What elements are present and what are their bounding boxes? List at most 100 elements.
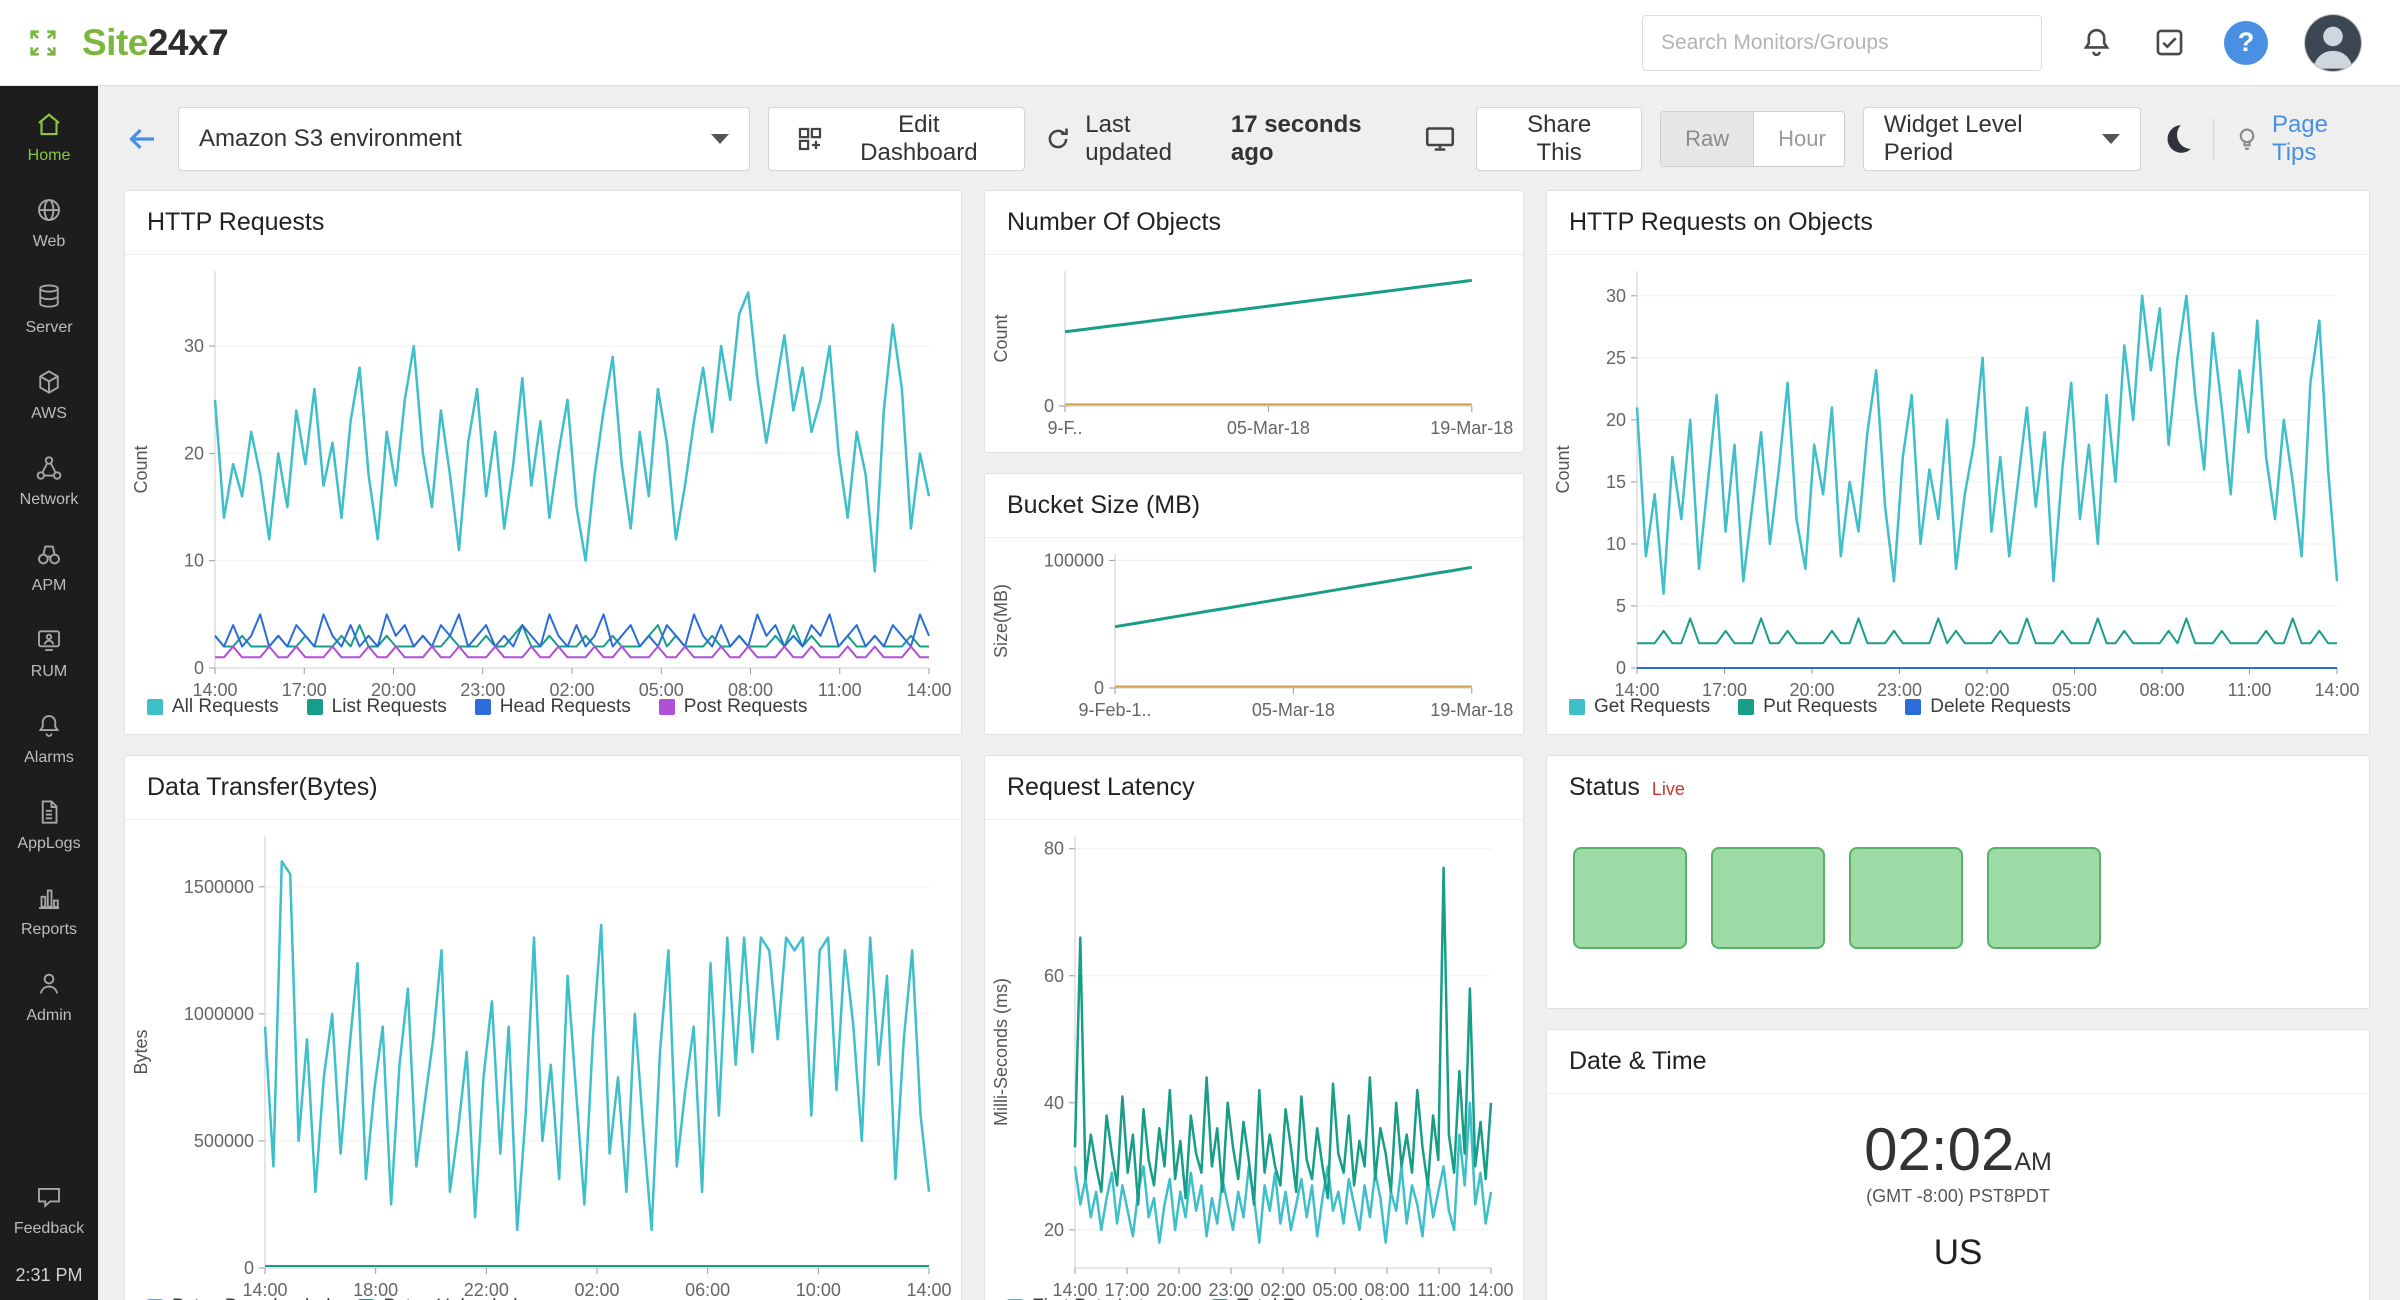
search-input[interactable] xyxy=(1642,15,2042,71)
chart-number-of-objects[interactable]: 09-F..05-Mar-1819-Mar-18Count xyxy=(985,255,1523,452)
home-icon xyxy=(34,109,64,139)
web-icon xyxy=(34,195,64,225)
svg-text:1000000: 1000000 xyxy=(184,1004,254,1024)
sidebar-item-network[interactable]: Network xyxy=(0,438,98,524)
topbar-right: ? xyxy=(1642,14,2362,72)
svg-text:25: 25 xyxy=(1606,348,1626,368)
svg-text:30: 30 xyxy=(1606,286,1626,306)
sidebar-item-rum[interactable]: RUM xyxy=(0,610,98,696)
status-tile[interactable] xyxy=(1711,847,1825,949)
sidebar-item-feedback[interactable]: Feedback xyxy=(0,1167,98,1253)
widget-period-value: Widget Level Period xyxy=(1884,111,2080,167)
date-time-body: 02:02AM (GMT -8:00) PST8PDT US 23 Mar 20… xyxy=(1547,1094,2369,1300)
svg-text:20: 20 xyxy=(1044,1220,1064,1240)
clock-meridiem: AM xyxy=(2014,1148,2052,1176)
notifications-bell-icon[interactable] xyxy=(2078,24,2115,61)
share-this-button[interactable]: Share This xyxy=(1476,107,1642,171)
expand-icon[interactable] xyxy=(26,26,60,60)
status-tile[interactable] xyxy=(1849,847,1963,949)
svg-text:Count: Count xyxy=(131,445,151,493)
chart-http-requests-on-objects[interactable]: 05101520253014:0017:0020:0023:0002:0005:… xyxy=(1547,255,2369,692)
legend-item[interactable]: Get Requests xyxy=(1569,696,1710,718)
svg-text:05-Mar-18: 05-Mar-18 xyxy=(1252,700,1335,720)
legend-item[interactable]: Post Requests xyxy=(659,696,808,718)
chart-legend: First Byte Latency Total Request Latency xyxy=(985,1292,1523,1300)
dark-mode-moon-icon[interactable] xyxy=(2159,121,2195,157)
svg-text:20: 20 xyxy=(184,443,204,463)
chart-legend: All Requests List Requests Head Requests Po… xyxy=(125,692,961,734)
sidebar-item-alarms[interactable]: Alarms xyxy=(0,696,98,782)
legend-item[interactable]: All Requests xyxy=(147,696,279,718)
legend-item[interactable]: Head Requests xyxy=(475,696,631,718)
clock-time: 02:02 xyxy=(1864,1116,2014,1183)
legend-item[interactable]: List Requests xyxy=(307,696,447,718)
toolbar-divider xyxy=(2213,118,2214,160)
sidebar-item-label: AWS xyxy=(31,405,67,423)
legend-item[interactable]: Delete Requests xyxy=(1905,696,2070,718)
status-tiles xyxy=(1547,819,2369,977)
sidebar-item-label: Reports xyxy=(21,921,77,939)
sidebar-item-label: AppLogs xyxy=(17,835,80,853)
sidebar-item-applogs[interactable]: AppLogs xyxy=(0,782,98,868)
widget-period-select[interactable]: Widget Level Period xyxy=(1863,107,2141,171)
refresh-icon[interactable] xyxy=(1043,124,1073,154)
sidebar-item-label: Network xyxy=(20,491,79,509)
chart-request-latency[interactable]: 2040608014:0017:0020:0023:0002:0005:0008… xyxy=(985,820,1523,1292)
sidebar-item-reports[interactable]: Reports xyxy=(0,868,98,954)
svg-text:80: 80 xyxy=(1044,839,1064,859)
svg-text:Count: Count xyxy=(991,314,1011,362)
svg-text:0: 0 xyxy=(194,658,204,678)
user-avatar[interactable] xyxy=(2304,14,2362,72)
tasks-icon[interactable] xyxy=(2151,24,2188,61)
chart-http-requests[interactable]: 010203014:0017:0020:0023:0002:0005:0008:… xyxy=(125,255,961,692)
hour-toggle[interactable]: Hour xyxy=(1754,112,1845,166)
sidebar-item-server[interactable]: Server xyxy=(0,266,98,352)
svg-text:0: 0 xyxy=(1044,396,1054,416)
logo-text-dark: 24x7 xyxy=(148,22,228,63)
applogs-icon xyxy=(34,797,64,827)
sidebar-item-admin[interactable]: Admin xyxy=(0,954,98,1040)
chart-bucket-size[interactable]: 01000009-Feb-1..05-Mar-1819-Mar-18Size(M… xyxy=(985,538,1523,734)
network-icon xyxy=(34,453,64,483)
card-http-requests: HTTP Requests 010203014:0017:0020:0023:0… xyxy=(124,190,962,735)
card-data-transfer: Data Transfer(Bytes) 0500000100000015000… xyxy=(124,755,962,1300)
card-number-of-objects: Number Of Objects 09-F..05-Mar-1819-Mar-… xyxy=(984,190,1524,453)
sidebar-item-web[interactable]: Web xyxy=(0,180,98,266)
sidebar-clock: 2:31 PM xyxy=(0,1253,98,1286)
back-button[interactable] xyxy=(124,121,160,157)
site24x7-logo[interactable]: Site24x7 xyxy=(82,22,228,64)
server-icon xyxy=(34,281,64,311)
legend-item[interactable]: Put Requests xyxy=(1738,696,1877,718)
legend-item[interactable]: Total Request Latency xyxy=(1212,1296,1425,1300)
status-tile[interactable] xyxy=(1573,847,1687,949)
status-tile[interactable] xyxy=(1987,847,2101,949)
svg-text:0: 0 xyxy=(244,1258,254,1278)
feedback-icon xyxy=(34,1182,64,1212)
admin-icon xyxy=(34,969,64,999)
legend-item[interactable]: Bytes Uploaded xyxy=(358,1296,517,1300)
sidebar-item-apm[interactable]: APM xyxy=(0,524,98,610)
sidebar-item-label: Server xyxy=(25,319,72,337)
sidebar-item-aws[interactable]: AWS xyxy=(0,352,98,438)
sidebar-bottom: Feedback 2:31 PM xyxy=(0,1167,98,1286)
cast-screen-icon[interactable] xyxy=(1422,121,1458,157)
legend-item[interactable]: First Byte Latency xyxy=(1007,1296,1184,1300)
dashboard-select[interactable]: Amazon S3 environment xyxy=(178,107,750,171)
sidebar-item-home[interactable]: Home xyxy=(0,94,98,180)
edit-dashboard-button[interactable]: Edit Dashboard xyxy=(768,107,1025,171)
reports-icon xyxy=(34,883,64,913)
legend-item[interactable]: Bytes Downloaded xyxy=(147,1296,330,1300)
page-tips-button[interactable]: Page Tips xyxy=(2232,111,2374,167)
dashboard-toolbar: Amazon S3 environment Edit Dashboard Las… xyxy=(124,104,2374,174)
raw-toggle[interactable]: Raw xyxy=(1661,112,1754,166)
clock: 02:02AM xyxy=(1864,1120,2052,1180)
card-date-time: Date & Time 02:02AM (GMT -8:00) PST8PDT … xyxy=(1546,1029,2370,1300)
card-bucket-size: Bucket Size (MB) 01000009-Feb-1..05-Mar-… xyxy=(984,473,1524,735)
card-title: Status Live xyxy=(1547,756,2369,819)
topbar-left: Site24x7 xyxy=(26,22,228,64)
chart-data-transfer[interactable]: 05000001000000150000014:0018:0022:0002:0… xyxy=(125,820,961,1292)
sidebar-item-label: Admin xyxy=(26,1007,71,1025)
card-http-requests-on-objects: HTTP Requests on Objects 05101520253014:… xyxy=(1546,190,2370,735)
svg-text:Bytes: Bytes xyxy=(131,1029,151,1074)
help-icon[interactable]: ? xyxy=(2224,21,2268,65)
